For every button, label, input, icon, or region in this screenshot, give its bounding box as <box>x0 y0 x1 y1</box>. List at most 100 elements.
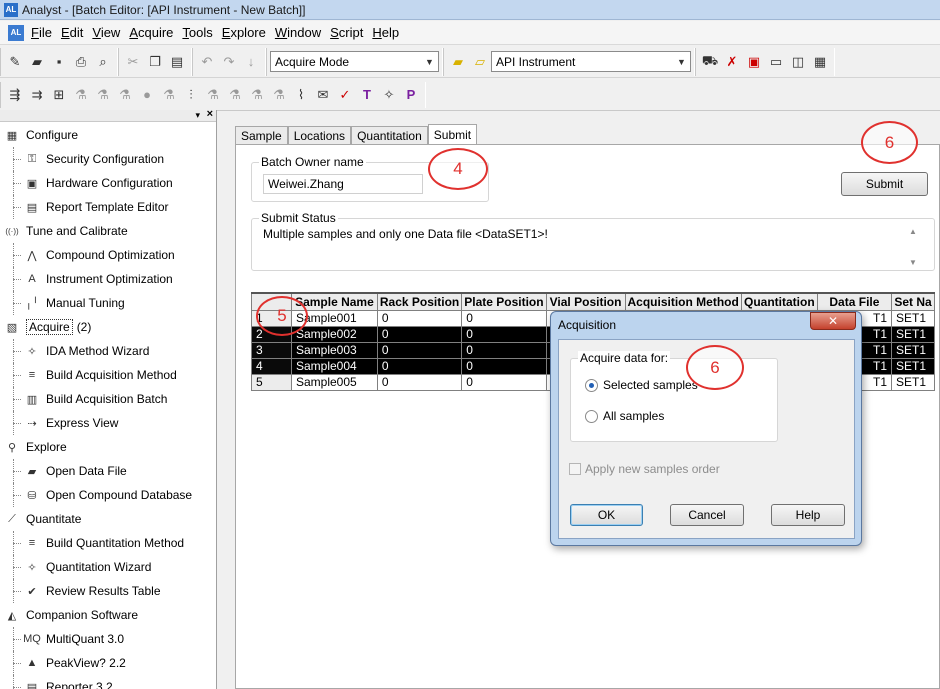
lock-icon[interactable]: ▣ <box>743 51 765 73</box>
vial-position-header[interactable]: Vial Position <box>545 292 626 311</box>
row-number-cell[interactable]: 5 <box>251 373 292 391</box>
rack-position-cell[interactable]: 0 <box>376 357 463 375</box>
sidebar-item-quantitate[interactable]: ⟋ Quantitate <box>0 507 216 531</box>
sidebar-item-companion-software[interactable]: ◭ Companion Software <box>0 603 216 627</box>
print-preview-icon[interactable]: ⌕ <box>92 51 114 73</box>
add-set-icon[interactable]: ⇶ <box>4 84 26 106</box>
ok-button[interactable]: OK <box>570 504 643 526</box>
menu-help[interactable]: Help <box>369 25 402 40</box>
sidebar-item-build-quantitation-method[interactable]: ≡ Build Quantitation Method <box>0 531 216 555</box>
window-icon[interactable]: ▭ <box>765 51 787 73</box>
set-name-cell[interactable]: SET1 <box>891 373 935 391</box>
menu-view[interactable]: View <box>89 25 123 40</box>
flask-next-icon[interactable]: ⚗ <box>202 84 224 106</box>
sidebar-item-manual-tuning[interactable]: ╷╵ Manual Tuning <box>0 291 216 315</box>
sidebar-item-multiquant-3-0[interactable]: MQ MultiQuant 3.0 <box>0 627 216 651</box>
set-name-cell[interactable]: SET1 <box>891 341 935 359</box>
data-file-header[interactable]: Data File <box>816 292 893 311</box>
wand-icon[interactable]: ✧ <box>378 84 400 106</box>
scroll-up-icon[interactable]: ▲ <box>909 227 917 236</box>
plate-position-cell[interactable]: 0 <box>461 357 547 375</box>
download-icon[interactable]: ↓ <box>240 51 262 73</box>
p-icon[interactable]: P <box>400 84 422 106</box>
menu-tools[interactable]: Tools <box>179 25 215 40</box>
sidebar-item-ida-method-wizard[interactable]: ✧ IDA Method Wizard <box>0 339 216 363</box>
menu-window[interactable]: Window <box>272 25 324 40</box>
menu-edit[interactable]: Edit <box>58 25 86 40</box>
copy-icon[interactable]: ❐ <box>144 51 166 73</box>
menu-file[interactable]: File <box>28 25 55 40</box>
set-name-cell[interactable]: SET1 <box>891 325 935 343</box>
help-button[interactable]: Help <box>771 504 845 526</box>
rack-position-cell[interactable]: 0 <box>376 373 463 391</box>
sample-name-cell[interactable]: Sample002 <box>290 325 378 343</box>
save-icon[interactable]: ▪ <box>48 51 70 73</box>
pin-icon[interactable]: ▾ <box>195 110 200 121</box>
delete-icon[interactable]: ✗ <box>721 51 743 73</box>
cancel-button[interactable]: Cancel <box>670 504 744 526</box>
row-number-cell[interactable]: 4 <box>251 357 292 375</box>
sidebar-item-express-view[interactable]: ⇢ Express View <box>0 411 216 435</box>
row-number-cell[interactable]: 3 <box>251 341 292 359</box>
paste-icon[interactable]: ▤ <box>166 51 188 73</box>
plate-position-cell[interactable]: 0 <box>461 373 547 391</box>
flask-abort-icon[interactable]: ⚗ <box>224 84 246 106</box>
tab-submit[interactable]: Submit <box>427 124 478 145</box>
menu-script[interactable]: Script <box>327 25 366 40</box>
status-scrollbar[interactable]: ▲ ▼ <box>906 227 920 267</box>
sidebar-item-report-template-editor[interactable]: ▤ Report Template Editor <box>0 195 216 219</box>
sidebar-item-build-acquisition-batch[interactable]: ▥ Build Acquisition Batch <box>0 387 216 411</box>
sample-name-cell[interactable]: Sample003 <box>290 341 378 359</box>
plate-position-cell[interactable]: 0 <box>461 341 547 359</box>
sidebar-item-compound-optimization[interactable]: ⋀ Compound Optimization <box>0 243 216 267</box>
split-window-icon[interactable]: ◫ <box>787 51 809 73</box>
flask-ready-icon[interactable]: ⚗ <box>268 84 290 106</box>
apply-order-checkbox[interactable]: Apply new samples order <box>569 462 720 476</box>
rack-position-cell[interactable]: 0 <box>376 325 463 343</box>
sample-name-cell[interactable]: Sample005 <box>290 373 378 391</box>
envelope-icon[interactable]: ✉ <box>312 84 334 106</box>
sidebar-item-instrument-optimization[interactable]: A Instrument Optimization <box>0 267 216 291</box>
sidebar-item-open-compound-database[interactable]: ⛁ Open Compound Database <box>0 483 216 507</box>
menu-acquire[interactable]: Acquire <box>126 25 176 40</box>
sidebar-item-configure[interactable]: ▦ Configure <box>0 123 216 147</box>
sidebar-item-acquire[interactable]: ▧ Acquire (2) <box>0 315 216 339</box>
tab-locations[interactable]: Locations <box>287 126 352 144</box>
close-icon[interactable]: × <box>207 110 213 120</box>
mode-combo[interactable]: Acquire Mode ▼ <box>270 51 439 72</box>
close-icon[interactable]: ✕ <box>810 312 856 330</box>
plate-position-cell[interactable]: 0 <box>461 325 547 343</box>
sidebar-item-review-results-table[interactable]: ✔ Review Results Table <box>0 579 216 603</box>
submit-button[interactable]: Submit <box>841 172 928 196</box>
sample-list-icon[interactable]: ⊞ <box>48 84 70 106</box>
scroll-down-icon[interactable]: ▼ <box>909 258 917 267</box>
peak-icon[interactable]: ⌇ <box>290 84 312 106</box>
sidebar-item-open-data-file[interactable]: ▰ Open Data File <box>0 459 216 483</box>
rack-position-cell[interactable]: 0 <box>376 309 463 327</box>
folder-open-icon[interactable]: ▱ <box>469 51 491 73</box>
redo-icon[interactable]: ↷ <box>218 51 240 73</box>
set-name-cell[interactable]: SET1 <box>891 309 935 327</box>
new-icon[interactable]: ✎ <box>4 51 26 73</box>
record-icon[interactable]: ● <box>136 84 158 106</box>
set-name-cell[interactable]: SET1 <box>891 357 935 375</box>
sidebar-item-tune-and-calibrate[interactable]: ((·)) Tune and Calibrate <box>0 219 216 243</box>
tab-quantitation[interactable]: Quantitation <box>351 126 428 144</box>
sidebar-item-explore[interactable]: ⚲ Explore <box>0 435 216 459</box>
instrument-combo[interactable]: API Instrument ▼ <box>491 51 691 72</box>
folder-icon[interactable]: ▰ <box>447 51 469 73</box>
menu-explore[interactable]: Explore <box>219 25 269 40</box>
check-mark-icon[interactable]: ✓ <box>334 84 356 106</box>
rack-position-header[interactable]: Rack Position <box>376 292 463 311</box>
plate-position-header[interactable]: Plate Position <box>461 292 547 311</box>
flask-standby-icon[interactable]: ⚗ <box>246 84 268 106</box>
batch-owner-field[interactable]: Weiwei.Zhang <box>263 174 423 194</box>
sample-name-cell[interactable]: Sample004 <box>290 357 378 375</box>
sidebar-item-peakview-2-2[interactable]: ▲ PeakView? 2.2 <box>0 651 216 675</box>
print-icon[interactable]: ⎙ <box>70 51 92 73</box>
app-menu-icon[interactable]: AL <box>8 24 24 41</box>
sidebar-item-build-acquisition-method[interactable]: ≡ Build Acquisition Method <box>0 363 216 387</box>
tab-sample[interactable]: Sample <box>235 126 288 144</box>
flask-pause-icon[interactable]: ⚗ <box>158 84 180 106</box>
flask-icon[interactable]: ⚗ <box>70 84 92 106</box>
